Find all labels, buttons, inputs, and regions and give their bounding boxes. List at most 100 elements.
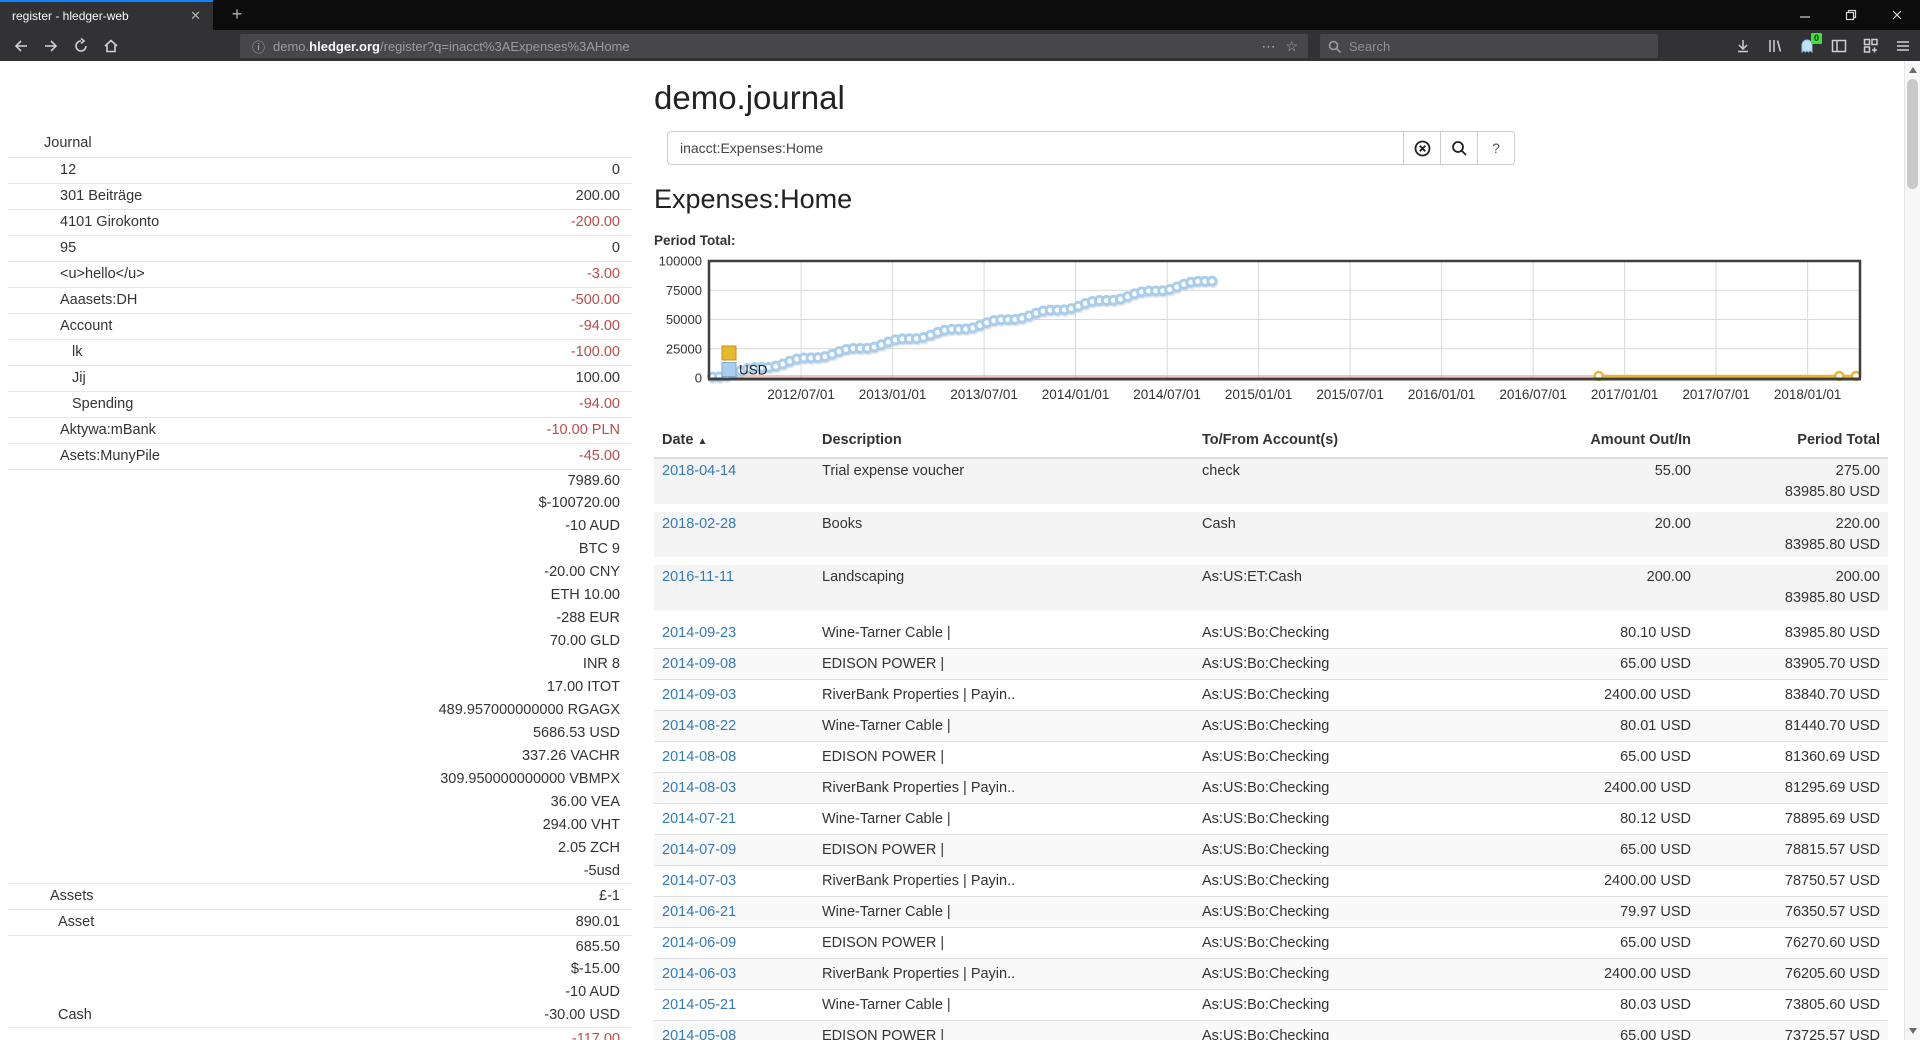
- forward-button[interactable]: [36, 33, 66, 59]
- tab-close-icon[interactable]: ✕: [186, 8, 205, 24]
- sidebar-account-link[interactable]: lk: [8, 340, 82, 365]
- transaction-date-link[interactable]: 2018-04-14: [662, 463, 736, 479]
- period-total-chart[interactable]: 2012/07/012013/01/012013/07/012014/01/01…: [652, 253, 1862, 405]
- scrollbar-up-arrow-icon[interactable]: [1909, 67, 1917, 73]
- menu-hamburger-icon[interactable]: [1894, 37, 1912, 55]
- sidebar-account-link[interactable]: Aaasets:DH: [8, 288, 137, 313]
- window-restore-button[interactable]: [1828, 0, 1874, 30]
- page-scrollbar[interactable]: [1904, 61, 1920, 1040]
- table-row[interactable]: 2014-08-03RiverBank Properties | Payin..…: [654, 773, 1888, 804]
- transaction-date-link[interactable]: 2014-06-03: [662, 966, 736, 982]
- sidebar-account-balance: -10 AUD: [565, 515, 620, 537]
- sidebar-toggle-icon[interactable]: [1830, 37, 1848, 55]
- table-row[interactable]: 2018-04-14Trial expense vouchercheck55.0…: [654, 458, 1888, 508]
- sidebar-account-row: 4101 Girokonto-200.00: [8, 209, 632, 235]
- search-submit-button[interactable]: [1440, 131, 1478, 165]
- register-column-header[interactable]: Amount Out/In: [1444, 425, 1699, 458]
- table-row[interactable]: 2018-02-28BooksCash20.00220.0083985.80 U…: [654, 508, 1888, 561]
- sidebar-account-link[interactable]: 95: [8, 236, 76, 261]
- table-row[interactable]: 2014-09-03RiverBank Properties | Payin..…: [654, 680, 1888, 711]
- account-heading: Expenses:Home: [654, 184, 852, 215]
- sidebar-account-balance: -20.00 CNY: [544, 561, 620, 583]
- sidebar-account-link[interactable]: Asets:MunyPile: [8, 444, 160, 469]
- sidebar-account-link[interactable]: 12: [8, 158, 76, 183]
- query-input[interactable]: [667, 131, 1404, 165]
- transaction-date-link[interactable]: 2014-07-09: [662, 842, 736, 858]
- clear-query-button[interactable]: [1403, 131, 1441, 165]
- table-row[interactable]: 2014-07-09EDISON POWER |As:US:Bo:Checkin…: [654, 835, 1888, 866]
- transaction-date-link[interactable]: 2018-02-28: [662, 516, 736, 532]
- sidebar-account-balance: -94.00: [579, 314, 620, 339]
- sidebar-account-link[interactable]: <u>hello</u>: [8, 262, 145, 287]
- sidebar-account-link[interactable]: Aktywa:mBank: [8, 418, 156, 443]
- svg-text:2012/07/01: 2012/07/01: [767, 387, 835, 402]
- transaction-date-link[interactable]: 2014-09-08: [662, 656, 736, 672]
- sidebar-account-link[interactable]: Assets: [8, 884, 94, 909]
- transaction-date-link[interactable]: 2014-08-22: [662, 718, 736, 734]
- table-row[interactable]: 2016-11-11LandscapingAs:US:ET:Cash200.00…: [654, 561, 1888, 614]
- sidebar-account-link[interactable]: Jij: [8, 366, 86, 391]
- transaction-date-link[interactable]: 2014-07-21: [662, 811, 736, 827]
- table-row[interactable]: 2014-05-21Wine-Tarner Cable |As:US:Bo:Ch…: [654, 990, 1888, 1021]
- sidebar-account-row: -10 AUD: [8, 515, 632, 538]
- table-row[interactable]: 2014-09-08EDISON POWER |As:US:Bo:Checkin…: [654, 649, 1888, 680]
- register-column-header[interactable]: Description: [814, 425, 1194, 458]
- new-tab-button[interactable]: +: [222, 0, 252, 30]
- library-icon[interactable]: [1766, 37, 1784, 55]
- sidebar-account-row: $-15.00: [8, 958, 632, 981]
- window-minimize-button[interactable]: [1782, 0, 1828, 30]
- sidebar-account-balance: -45.00: [579, 444, 620, 469]
- transaction-date-link[interactable]: 2014-07-03: [662, 873, 736, 889]
- table-row[interactable]: 2014-08-22Wine-Tarner Cable |As:US:Bo:Ch…: [654, 711, 1888, 742]
- sidebar-account-row: 301 Beiträge200.00: [8, 183, 632, 209]
- scrollbar-thumb[interactable]: [1907, 79, 1918, 189]
- sidebar-account-link[interactable]: Account: [8, 314, 112, 339]
- transaction-date-link[interactable]: 2014-05-08: [662, 1028, 736, 1040]
- register-column-header[interactable]: To/From Account(s): [1194, 425, 1444, 458]
- ghostery-extension-icon[interactable]: 0: [1798, 37, 1816, 55]
- search-help-button[interactable]: ?: [1477, 131, 1515, 165]
- sidebar-account-link[interactable]: Asset: [8, 910, 94, 935]
- browser-search-box[interactable]: Search: [1320, 34, 1658, 58]
- screenshot-grid-icon[interactable]: [1862, 37, 1880, 55]
- transaction-date-link[interactable]: 2014-08-08: [662, 749, 736, 765]
- sidebar-account-row: Aaasets:DH-500.00: [8, 287, 632, 313]
- register-column-header[interactable]: Period Total: [1699, 425, 1888, 458]
- transaction-date-link[interactable]: 2014-08-03: [662, 780, 736, 796]
- table-row[interactable]: 2014-06-09EDISON POWER |As:US:Bo:Checkin…: [654, 928, 1888, 959]
- home-button[interactable]: [96, 33, 126, 59]
- sidebar-account-balance: -30.00 USD: [544, 1004, 620, 1026]
- sidebar-account-link[interactable]: Spending: [8, 392, 133, 417]
- back-button[interactable]: [6, 33, 36, 59]
- transaction-date-link[interactable]: 2016-11-11: [662, 569, 734, 585]
- table-row[interactable]: 2014-05-08EDISON POWER |As:US:Bo:Checkin…: [654, 1021, 1888, 1040]
- table-row[interactable]: 2014-07-03RiverBank Properties | Payin..…: [654, 866, 1888, 897]
- window-close-button[interactable]: [1874, 0, 1920, 30]
- url-bar[interactable]: ⓘ demo.hledger.org/register?q=inacct%3AE…: [240, 34, 1308, 58]
- table-row[interactable]: 2014-08-08EDISON POWER |As:US:Bo:Checkin…: [654, 742, 1888, 773]
- table-row[interactable]: 2014-09-23Wine-Tarner Cable |As:US:Bo:Ch…: [654, 614, 1888, 649]
- sidebar-account-link[interactable]: 4101 Girokonto: [8, 210, 159, 235]
- transaction-account: As:US:Bo:Checking: [1194, 990, 1444, 1021]
- sidebar-account-balance: 100.00: [576, 366, 620, 391]
- sidebar-account-link[interactable]: Journal: [8, 131, 92, 156]
- transaction-date-link[interactable]: 2014-05-21: [662, 997, 736, 1013]
- table-row[interactable]: 2014-06-03RiverBank Properties | Payin..…: [654, 959, 1888, 990]
- table-row[interactable]: 2014-06-21Wine-Tarner Cable |As:US:Bo:Ch…: [654, 897, 1888, 928]
- transaction-date-link[interactable]: 2014-06-09: [662, 935, 736, 951]
- transaction-date-link[interactable]: 2014-09-03: [662, 687, 736, 703]
- sidebar-account-balance: -10.00 PLN: [547, 418, 620, 443]
- table-row[interactable]: 2014-07-21Wine-Tarner Cable |As:US:Bo:Ch…: [654, 804, 1888, 835]
- sidebar-account-link[interactable]: Cash: [8, 1004, 92, 1026]
- browser-tab[interactable]: register - hledger-web ✕: [0, 0, 213, 30]
- sidebar-account-link[interactable]: 301 Beiträge: [8, 184, 142, 209]
- download-icon[interactable]: [1734, 37, 1752, 55]
- transaction-date-link[interactable]: 2014-09-23: [662, 625, 736, 641]
- site-info-icon[interactable]: ⓘ: [252, 37, 265, 56]
- transaction-date-link[interactable]: 2014-06-21: [662, 904, 736, 920]
- reload-button[interactable]: [66, 33, 96, 59]
- bookmark-star-icon[interactable]: ☆: [1285, 38, 1298, 55]
- scrollbar-down-arrow-icon[interactable]: [1909, 1028, 1917, 1034]
- register-column-header[interactable]: Date▲: [654, 425, 814, 458]
- page-actions-icon[interactable]: ⋯: [1261, 38, 1275, 55]
